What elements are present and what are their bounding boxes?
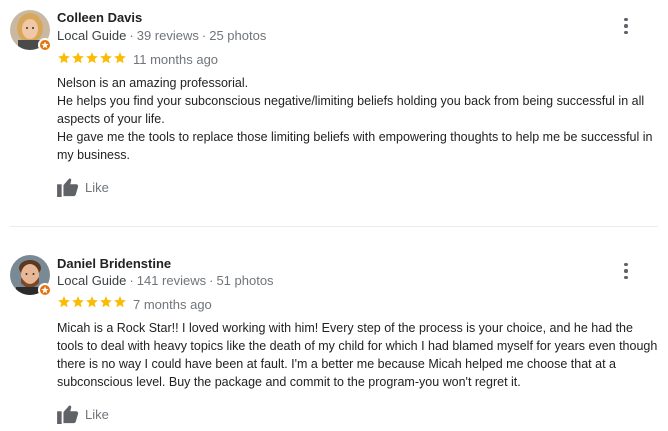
star-icon [72,296,84,308]
like-label: Like [85,179,109,195]
reviewer-name[interactable]: Colleen Davis [57,10,142,25]
star-icon [100,52,112,64]
local-guide-badge-icon [38,283,52,297]
like-label: Like [85,406,109,422]
like-button[interactable]: Like [57,177,109,197]
star-rating [57,295,127,309]
more-vert-icon [624,262,628,267]
reviewer-meta: Local Guide · 141 reviews · 51 photos [57,273,274,288]
star-icon [58,52,70,64]
divider [10,226,658,227]
like-button[interactable]: Like [57,404,109,424]
local-guide-label: Local Guide [57,273,127,288]
local-guide-label: Local Guide [57,28,127,43]
separator-dot: · [209,273,214,288]
avatar[interactable] [10,255,52,297]
photo-count: 51 photos [216,273,274,288]
thumb-up-icon [57,405,79,424]
review-paragraph: Nelson is an amazing professorial. [57,76,249,90]
photo-count: 25 photos [209,28,267,43]
star-icon [72,52,84,64]
review-paragraph: He helps you find your subconscious nega… [57,94,645,126]
star-icon [114,52,126,64]
review-paragraph: Micah is a Rock Star!! I loved working w… [57,321,658,389]
review-count: 141 reviews [136,273,207,288]
separator-dot: · [201,28,207,43]
more-options-button[interactable] [618,16,634,36]
review-text: Micah is a Rock Star!! I loved working w… [57,319,662,391]
star-icon [86,296,98,308]
separator-dot: · [129,28,134,43]
star-icon [58,296,70,308]
review-paragraph: He gave me the tools to replace those li… [57,130,653,162]
local-guide-badge-icon [38,38,52,52]
review-text: Nelson is an amazing professorial. He he… [57,74,662,164]
reviewer-name[interactable]: Daniel Bridenstine [57,256,171,271]
star-icon [114,296,126,308]
more-options-button[interactable] [618,261,634,281]
more-vert-icon [624,17,628,22]
avatar[interactable] [10,10,52,52]
reviewer-meta: Local Guide · 39 reviews · 25 photos [57,28,266,43]
star-rating [57,51,127,65]
separator-dot: · [129,273,134,288]
thumb-up-icon [57,178,79,197]
review-time: 7 months ago [133,297,212,312]
review-time: 11 months ago [133,52,219,67]
star-icon [100,296,112,308]
review-count: 39 reviews [136,28,199,43]
star-icon [86,52,98,64]
